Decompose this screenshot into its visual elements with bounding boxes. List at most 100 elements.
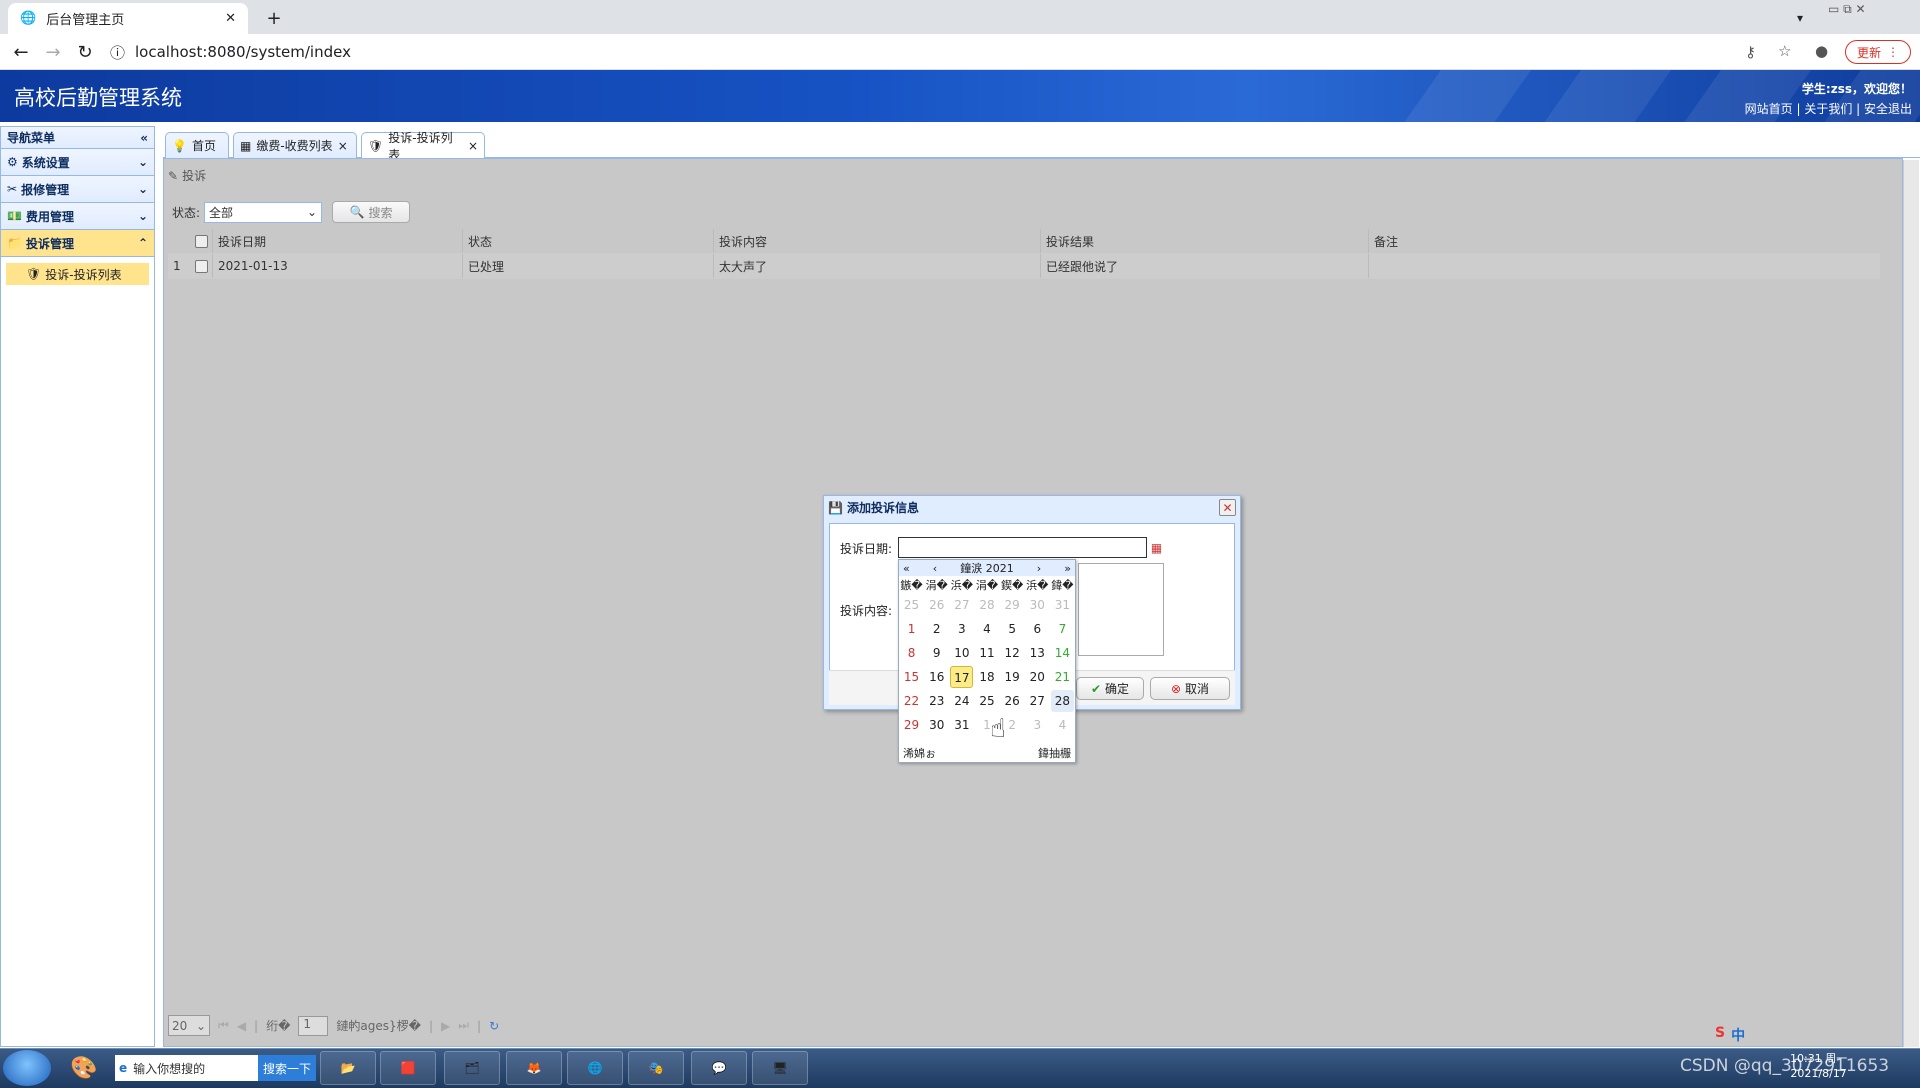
calendar-day[interactable]: 6 [1026,618,1049,640]
calendar-day[interactable]: 29 [1001,594,1024,616]
calendar-day[interactable]: 26 [925,594,948,616]
sidebar-item-fee[interactable]: 💵 费用管理 ⌄ [1,203,154,230]
new-tab-button[interactable]: + [262,6,286,30]
today-button[interactable]: 浠婂ぉ [903,745,936,761]
calendar-day[interactable]: 4 [1051,714,1074,736]
calendar-day[interactable]: 25 [900,594,923,616]
address-bar[interactable]: ⓘ localhost:8080/system/index [110,38,1910,66]
sidebar-item-system[interactable]: ⚙ 系统设置 ⌄ [1,149,154,176]
tab-complaint-list[interactable]: 🛡 投诉-投诉列表 × [361,131,485,162]
close-icon[interactable]: × [468,139,478,153]
update-button[interactable]: 更新 ⋮ [1845,40,1911,64]
calendar-day[interactable]: 23 [925,690,948,712]
vertical-scrollbar[interactable] [1903,160,1919,1047]
window-controls[interactable]: ▭ ⧉ ✕ [1828,2,1866,17]
calendar-day[interactable]: 24 [950,690,973,712]
forward-icon[interactable]: → [42,41,64,63]
calendar-day[interactable]: 29 [900,714,923,736]
calendar-day[interactable]: 30 [925,714,948,736]
status-select[interactable]: 全部 ⌄ [204,201,323,223]
prev-year-icon[interactable]: « [903,562,910,575]
calendar-day[interactable]: 8 [900,642,923,664]
calendar-day[interactable]: 30 [1026,594,1049,616]
calendar-day[interactable]: 27 [950,594,973,616]
wechat-app-icon[interactable]: 💬 [691,1051,747,1085]
calendar-day[interactable]: 31 [950,714,973,736]
first-page-icon[interactable]: ⏮ [218,1018,229,1033]
confirm-button[interactable]: ✔ 确定 [1076,677,1144,700]
refresh-icon[interactable]: ↻ [489,1019,499,1033]
page-size-select[interactable]: 20 ⌄ [168,1015,210,1036]
calendar-day[interactable]: 3 [950,618,973,640]
calendar-icon[interactable]: ▦ [1148,537,1165,558]
profile-icon[interactable]: ● [1815,42,1828,60]
taskbar-search[interactable]: e 输入你想搜的 [115,1055,258,1081]
table-row[interactable]: 1 2021-01-13 已处理 太大声了 已经跟他说了 [168,254,1880,279]
calendar-month-year[interactable]: 鐘涙 2021 [960,560,1014,576]
tab-home[interactable]: 💡 首页 [165,132,229,158]
calendar-day[interactable]: 19 [1001,666,1024,688]
clock[interactable]: 10:31 周一 2021/8/17 [1790,1051,1847,1081]
calendar-day[interactable]: 14 [1051,642,1074,664]
column-header[interactable]: 投诉内容 [714,229,1041,253]
calendar-day[interactable]: 12 [1001,642,1024,664]
firefox-app-icon[interactable]: 🦊 [506,1051,562,1085]
calendar-day[interactable]: 10 [950,642,973,664]
select-all-checkbox[interactable] [192,229,213,253]
column-header[interactable]: 投诉日期 [213,229,463,253]
key-icon[interactable]: ⚷ [1745,43,1756,61]
cancel-button[interactable]: ⊗ 取消 [1150,677,1230,700]
complaint-content-textarea[interactable] [1078,563,1164,656]
header-links[interactable]: 网站首页 | 关于我们 | 安全退出 [1745,100,1912,117]
folder-app-icon[interactable]: 📂 [320,1051,376,1085]
explorer-app-icon[interactable]: 🗂 [444,1051,500,1085]
calendar-day[interactable]: 15 [900,666,923,688]
prev-page-icon[interactable]: ◀ [237,1019,246,1033]
taskbar-search-button[interactable]: 搜索一下 [258,1055,316,1081]
calendar-day[interactable]: 28 [1050,690,1074,712]
next-month-icon[interactable]: › [1037,562,1041,575]
page-input[interactable]: 1 [298,1015,329,1036]
calendar-day[interactable]: 31 [1051,594,1074,616]
search-button[interactable]: 🔍 搜索 [332,201,411,223]
intellij-app-icon[interactable]: 🟥 [380,1051,436,1085]
calendar-day[interactable]: 20 [1026,666,1049,688]
collapse-icon[interactable]: « [140,131,148,145]
dialog-title-bar[interactable]: 💾 添加投诉信息 [828,499,919,516]
column-header[interactable]: 备注 [1369,229,1871,253]
calendar-day[interactable]: 11 [975,642,998,664]
calendar-day[interactable]: 1 [900,618,923,640]
dialog-close-button[interactable]: ✕ [1219,499,1236,516]
sidebar-item-repair[interactable]: ✂ 报修管理 ⌄ [1,176,154,203]
calendar-day[interactable]: 16 [925,666,948,688]
ime-toolbar[interactable]: S中 [1715,1025,1745,1045]
chrome-app-icon[interactable]: 🌐 [567,1051,623,1085]
terminal-app-icon[interactable]: 🖥 [752,1051,808,1085]
calendar-day[interactable]: 4 [975,618,998,640]
prev-month-icon[interactable]: ‹ [933,562,937,575]
last-page-icon[interactable]: ⏭ [458,1018,469,1033]
column-header[interactable]: 投诉结果 [1041,229,1369,253]
tab-search-icon[interactable]: ▾ [1790,8,1810,28]
close-tab-icon[interactable]: ✕ [225,11,236,26]
calendar-day[interactable]: 7 [1051,618,1074,640]
next-page-icon[interactable]: ▶ [441,1019,450,1033]
star-icon[interactable]: ☆ [1778,42,1791,60]
calendar-day[interactable]: 3 [1026,714,1049,736]
calendar-day[interactable]: 26 [1001,690,1024,712]
sidebar-subitem-complaint-list[interactable]: 🛡 投诉-投诉列表 [6,263,149,285]
start-button[interactable] [3,1050,51,1086]
calendar-day[interactable]: 18 [975,666,998,688]
tab-fee-list[interactable]: ▦ 缴费-收费列表 × [233,132,357,158]
complaint-date-input[interactable] [898,537,1147,558]
media-app-icon[interactable]: 🎭 [628,1051,684,1085]
close-calendar-button[interactable]: 鍏抽棴 [1038,745,1071,761]
column-header[interactable]: 状态 [463,229,714,253]
app-logo-icon[interactable]: 🎨 [64,1051,104,1085]
browser-tab[interactable]: 🌐 后台管理主页 ✕ [8,3,248,34]
row-checkbox[interactable] [192,254,213,278]
calendar-day[interactable]: 13 [1026,642,1049,664]
calendar-day[interactable]: 17 [950,666,974,688]
next-year-icon[interactable]: » [1064,562,1071,575]
calendar-day[interactable]: 28 [975,594,998,616]
